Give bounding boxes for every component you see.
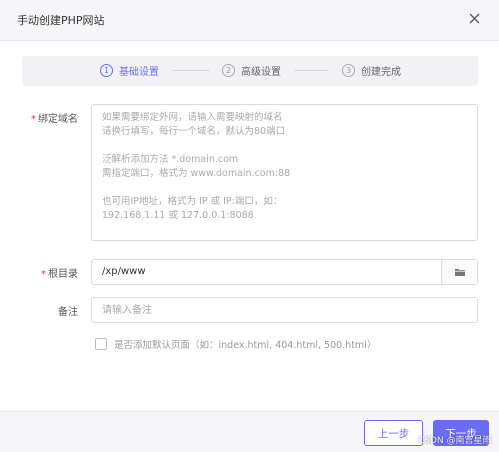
step-indicator: 1 基础设置 2 高级设置 3 创建完成 — [22, 56, 478, 86]
root-directory-value: /xp/www — [102, 266, 146, 277]
domain-label: * 绑定域名 — [16, 110, 78, 125]
root-label: * 根目录 — [16, 265, 78, 280]
step-advanced: 2 高级设置 — [222, 63, 281, 78]
domain-textarea[interactable]: 如果需要绑定外网，请输入需要映射的域名 请换行填写，每行一个域名，默认为80端口… — [91, 104, 478, 241]
step-number: 1 — [100, 64, 113, 77]
dialog-header: 手动创建PHP网站 — [0, 0, 499, 41]
default-page-label: 是否添加默认页面（如：index.html, 404.html, 500.htm… — [114, 340, 377, 351]
folder-icon — [454, 269, 465, 276]
required-mark: * — [41, 269, 46, 280]
close-icon — [469, 13, 479, 23]
step-complete: 3 创建完成 — [342, 63, 401, 78]
step-divider — [294, 70, 328, 71]
remark-field — [91, 297, 478, 323]
default-page-option[interactable]: 是否添加默认页面（如：index.html, 404.html, 500.htm… — [95, 337, 376, 351]
domain-label-text: 绑定域名 — [38, 114, 78, 125]
prev-step-button[interactable]: 上一步 — [364, 420, 423, 446]
default-page-checkbox[interactable] — [95, 338, 107, 350]
step-label: 创建完成 — [361, 67, 401, 78]
step-label: 基础设置 — [119, 67, 159, 78]
remark-label: 备注 — [58, 307, 78, 318]
step-label: 高级设置 — [241, 67, 281, 78]
step-number: 2 — [222, 64, 235, 77]
root-directory-field[interactable]: /xp/www — [91, 259, 478, 285]
close-button[interactable] — [464, 8, 484, 28]
step-number: 3 — [342, 64, 355, 77]
root-label-text: 根目录 — [48, 269, 78, 280]
dialog-title: 手动创建PHP网站 — [17, 14, 105, 27]
browse-folder-button[interactable] — [441, 260, 477, 284]
step-basic: 1 基础设置 — [100, 63, 159, 78]
watermark: CSDN @南宫星雨 — [418, 436, 492, 446]
step-divider — [172, 70, 210, 71]
remark-input[interactable] — [92, 298, 472, 322]
required-mark: * — [31, 114, 36, 125]
